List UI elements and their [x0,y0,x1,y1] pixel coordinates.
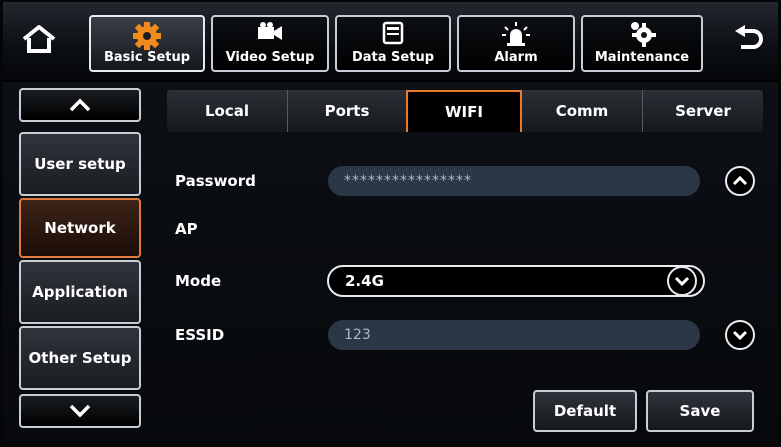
return-arrow-icon [735,25,763,49]
home-button[interactable] [13,14,65,64]
side-menu-user-setup-label: User setup [34,155,126,173]
save-button-label: Save [679,402,721,420]
mode-select-value: 2.4G [345,272,384,290]
mode-label: Mode [175,272,222,290]
side-menu-user-setup[interactable]: User setup [19,132,141,196]
side-menu-application[interactable]: Application [19,260,141,324]
scroll-up-button[interactable] [725,166,755,196]
chevron-down-icon [69,404,91,418]
top-menu-bar: Basic Setup Video Setup Data Setup Alarm… [3,2,778,82]
network-sub-tabs: Local Ports WIFI Comm Server [167,90,763,132]
chevron-up-icon [732,176,748,186]
side-scroll-up-button[interactable] [19,88,141,122]
tab-video-setup[interactable]: Video Setup [211,15,329,72]
side-menu-other-setup-label: Other Setup [28,349,132,367]
subtab-comm-label: Comm [555,102,609,120]
subtab-comm[interactable]: Comm [522,90,642,132]
data-disk-icon [382,21,404,45]
subtab-wifi-label: WIFI [445,103,483,121]
essid-field[interactable]: 123 [328,320,700,350]
dvr-settings-window: Basic Setup Video Setup Data Setup Alarm… [3,2,778,444]
ap-section-label: AP [175,220,198,238]
subtab-wifi[interactable]: WIFI [406,90,522,132]
subtab-ports-label: Ports [324,102,370,120]
tab-data-setup-label: Data Setup [351,50,435,65]
subtab-server[interactable]: Server [643,90,763,132]
password-value: **************** [344,173,472,189]
save-button[interactable]: Save [646,390,754,432]
side-menu-network-label: Network [44,219,116,237]
password-label: Password [175,172,256,190]
subtab-server-label: Server [675,102,731,120]
tab-maintenance-label: Maintenance [594,50,690,65]
subtab-local[interactable]: Local [167,90,287,132]
video-camera-icon [258,22,282,40]
default-button-label: Default [553,402,617,420]
tab-alarm[interactable]: Alarm [457,15,575,72]
tab-basic-setup-label: Basic Setup [103,50,191,65]
default-button[interactable]: Default [533,390,637,432]
scroll-down-button[interactable] [725,320,755,350]
mode-select[interactable]: 2.4G [327,265,705,297]
password-field[interactable]: **************** [328,166,700,196]
essid-value: 123 [344,327,371,343]
subtab-ports[interactable]: Ports [288,90,406,132]
tab-alarm-label: Alarm [494,50,538,65]
side-scroll-down-button[interactable] [19,394,141,428]
subtab-local-label: Local [204,102,250,120]
maintenance-gear-icon [631,22,656,47]
side-menu-application-label: Application [32,283,128,301]
chevron-up-icon [69,98,91,112]
tab-data-setup[interactable]: Data Setup [335,15,451,72]
essid-label: ESSID [175,326,225,344]
mode-dropdown-button[interactable] [667,266,697,296]
side-menu-other-setup[interactable]: Other Setup [19,326,141,390]
tab-maintenance[interactable]: Maintenance [581,15,703,72]
gear-icon [133,22,161,50]
alarm-light-icon [502,22,530,46]
tab-basic-setup[interactable]: Basic Setup [89,15,205,72]
chevron-down-icon [674,276,690,286]
home-icon [22,25,56,53]
side-menu-network[interactable]: Network [19,198,141,258]
tab-video-setup-label: Video Setup [225,50,315,65]
chevron-down-icon [732,330,748,340]
back-button[interactable] [723,14,775,64]
